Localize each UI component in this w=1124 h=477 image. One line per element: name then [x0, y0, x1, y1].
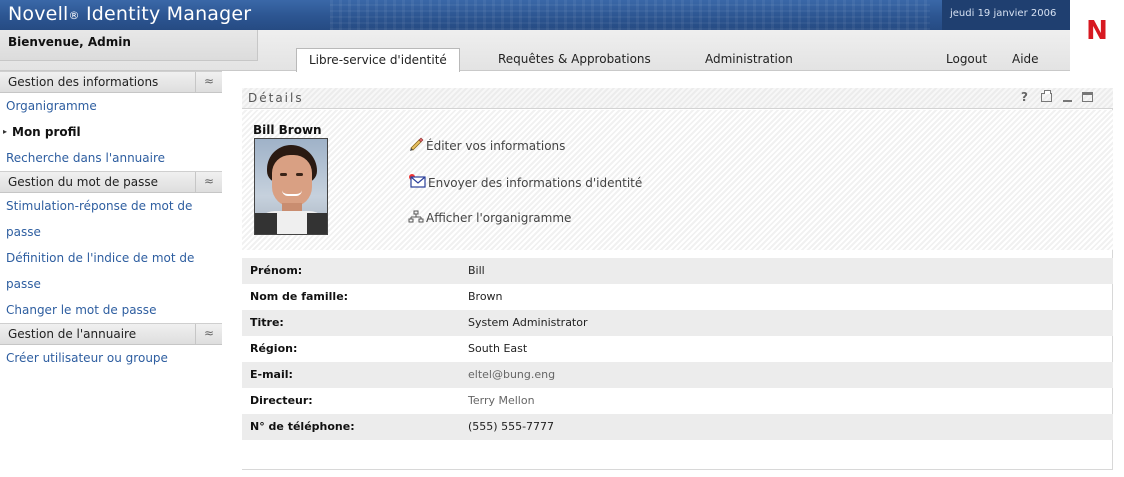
view-org-chart-label: Afficher l'organigramme [426, 211, 572, 225]
manager-value[interactable]: Terry Mellon [468, 394, 535, 407]
field-value: Bill [468, 264, 485, 277]
table-row: Titre: System Administrator [242, 310, 1113, 336]
send-identity-label: Envoyer des informations d'identité [428, 176, 643, 190]
person-name: Bill Brown [253, 123, 322, 137]
current-date: jeudi 19 janvier 2006 [942, 0, 1070, 30]
edit-info-label: Éditer vos informations [426, 139, 566, 153]
envelope-icon [408, 173, 426, 192]
print-icon[interactable] [1039, 90, 1054, 105]
sidebar-item-label: Mon profil [12, 125, 81, 139]
app-name: Novell [8, 3, 69, 25]
table-row: N° de téléphone: (555) 555-7777 [242, 414, 1113, 440]
field-label: Région: [250, 342, 298, 355]
section-title: Gestion du mot de passe [8, 175, 158, 189]
pencil-icon [408, 136, 424, 155]
profile-summary [242, 110, 1113, 250]
sidebar-section-password-management[interactable]: Gestion du mot de passe ≈ [0, 171, 222, 193]
top-banner: Novell® Identity Manager jeudi 19 janvie… [0, 0, 1070, 30]
table-row: E-mail: eltel@bung.eng [242, 362, 1113, 388]
table-row: Directeur: Terry Mellon [242, 388, 1113, 414]
app-product: Identity Manager [79, 3, 252, 25]
help-link[interactable]: Aide [1012, 52, 1039, 66]
profile-details-table: Prénom: Bill Nom de famille: Brown Titre… [242, 258, 1113, 440]
org-chart-icon [408, 210, 424, 227]
collapse-icon[interactable]: ≈ [195, 172, 222, 193]
sidebar-section-directory-management[interactable]: Gestion de l'annuaire ≈ [0, 323, 222, 345]
nav-bar: Bienvenue, Admin Libre-service d'identit… [0, 30, 1070, 72]
sidebar-item-my-profile[interactable]: ▸ Mon profil [0, 119, 222, 145]
field-label: N° de téléphone: [250, 420, 355, 433]
novell-logo: N [1070, 0, 1124, 60]
field-label: E-mail: [250, 368, 293, 381]
field-label: Directeur: [250, 394, 313, 407]
section-title: Gestion de l'annuaire [8, 327, 137, 341]
field-label: Titre: [250, 316, 284, 329]
sidebar: Gestion des informations ≈ Organigramme … [0, 71, 222, 371]
details-portlet: Détails ? Bill Brown Éditer vos informat… [242, 88, 1113, 470]
field-value: (555) 555-7777 [468, 420, 555, 433]
registered-mark: ® [68, 9, 80, 22]
maximize-icon[interactable] [1080, 90, 1095, 105]
sidebar-item-directory-search[interactable]: Recherche dans l'annuaire [0, 145, 222, 171]
field-value: System Administrator [468, 316, 588, 329]
logout-link[interactable]: Logout [946, 52, 987, 66]
sidebar-item-create-user-group[interactable]: Créer utilisateur ou groupe [0, 345, 222, 371]
portlet-title: Détails [248, 91, 304, 105]
field-value: Brown [468, 290, 503, 303]
table-row: Nom de famille: Brown [242, 284, 1113, 310]
tab-administration[interactable]: Administration [705, 48, 793, 71]
table-row: Prénom: Bill [242, 258, 1113, 284]
field-value: South East [468, 342, 528, 355]
current-item-bullet-icon: ▸ [3, 127, 8, 136]
app-title: Novell® Identity Manager [8, 3, 251, 25]
portlet-header: Détails ? [242, 88, 1113, 109]
tab-identity-self-service[interactable]: Libre-service d'identité [296, 48, 460, 72]
collapse-icon[interactable]: ≈ [195, 72, 222, 93]
welcome-message: Bienvenue, Admin [0, 30, 258, 61]
sidebar-item-org-chart[interactable]: Organigramme [0, 93, 222, 119]
sidebar-item-challenge-response[interactable]: Stimulation-réponse de mot de passe [0, 193, 222, 245]
edit-info-link[interactable]: Éditer vos informations [408, 136, 565, 155]
sidebar-item-password-hint[interactable]: Définition de l'indice de mot de passe [0, 245, 222, 297]
table-row: Région: South East [242, 336, 1113, 362]
email-value[interactable]: eltel@bung.eng [468, 368, 555, 381]
sidebar-section-info-management[interactable]: Gestion des informations ≈ [0, 71, 222, 93]
collapse-icon[interactable]: ≈ [195, 324, 222, 345]
field-label: Nom de famille: [250, 290, 349, 303]
view-org-chart-link[interactable]: Afficher l'organigramme [408, 210, 571, 227]
section-title: Gestion des informations [8, 75, 159, 89]
help-icon[interactable]: ? [1017, 90, 1032, 105]
send-identity-link[interactable]: Envoyer des informations d'identité [408, 173, 642, 192]
tab-requests-approvals[interactable]: Requêtes & Approbations [498, 48, 651, 71]
profile-photo [254, 138, 328, 235]
field-label: Prénom: [250, 264, 303, 277]
sidebar-item-change-password[interactable]: Changer le mot de passe [0, 297, 222, 323]
minimize-icon[interactable] [1060, 90, 1075, 105]
